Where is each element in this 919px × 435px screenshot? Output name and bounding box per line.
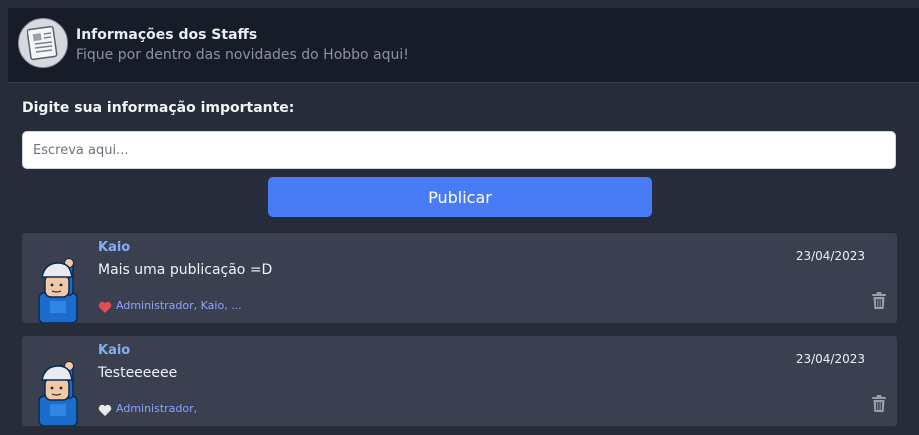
post-message: Mais uma publicação =D [98,262,273,278]
panel-subtitle: Fique por dentro das novidades do Hobbo … [76,47,409,63]
staff-info-panel: Informações dos Staffs Fique por dentro … [0,0,919,435]
panel-title: Informações dos Staffs [76,27,258,43]
post-likes: Administrador, Kaio, ... [98,297,242,313]
post-date: 23/04/2023 [795,352,865,366]
post-message: Testeeeeee [98,365,178,381]
trash-icon[interactable] [871,395,887,413]
post-card: Kaio Mais uma publicação =D 23/04/2023 A… [22,233,897,324]
likes-names[interactable]: Administrador, Kaio, ... [116,299,242,312]
post-card: Kaio Testeeeeee 23/04/2023 Administrador… [22,336,897,427]
publish-button[interactable]: Publicar [268,177,652,217]
panel-header: Informações dos Staffs Fique por dentro … [8,8,919,83]
avatar [36,257,82,327]
newspaper-icon [18,18,68,68]
trash-icon[interactable] [871,292,887,310]
post-author[interactable]: Kaio [98,343,130,358]
heart-icon[interactable] [98,402,112,416]
post-date: 23/04/2023 [795,249,865,263]
post-author[interactable]: Kaio [98,240,130,255]
heart-icon[interactable] [98,299,112,313]
avatar [36,360,82,430]
post-likes: Administrador, [98,400,197,416]
post-input-label: Digite sua informação importante: [22,100,295,116]
likes-names[interactable]: Administrador, [116,402,197,415]
post-input[interactable] [22,131,896,169]
